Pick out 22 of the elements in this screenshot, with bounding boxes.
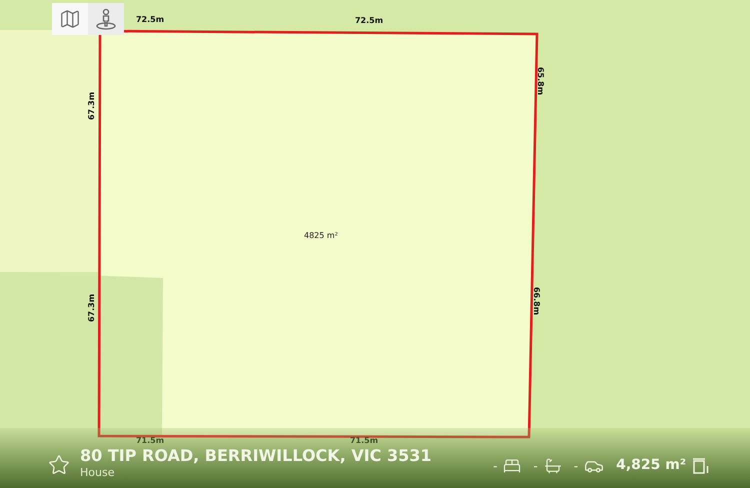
street-view-button[interactable] [88,3,124,35]
edge-length-label: 71.5m [350,437,378,445]
edge-length-label: 72.5m [354,17,384,25]
land-size-icon [692,456,710,474]
edge-length-label: 66.8m [532,286,540,316]
person-on-location-icon [94,7,118,31]
lot-area-label: 4825 m² [304,230,338,242]
property-type: House [80,466,116,480]
edge-length-label: 67.3m [88,294,96,322]
feature-value: - [533,458,538,474]
favourite-star-icon[interactable] [48,454,70,476]
bath-icon [544,456,562,474]
feature-value: - [574,458,578,474]
edge-length-label: 65.8m [536,66,544,96]
feature-value: 4,825 m² [616,456,686,475]
edge-length-label: 72.5m [136,16,164,24]
map-view-button[interactable] [52,3,88,35]
edge-length-label: 67.3m [88,92,96,120]
bed-icon [503,456,522,474]
edge-length-label: 71.5m [136,437,164,445]
feature-value: - [493,458,498,474]
address-title: 80 TIP ROAD, BERRIWILLOCK, VIC 3531 [80,446,432,466]
